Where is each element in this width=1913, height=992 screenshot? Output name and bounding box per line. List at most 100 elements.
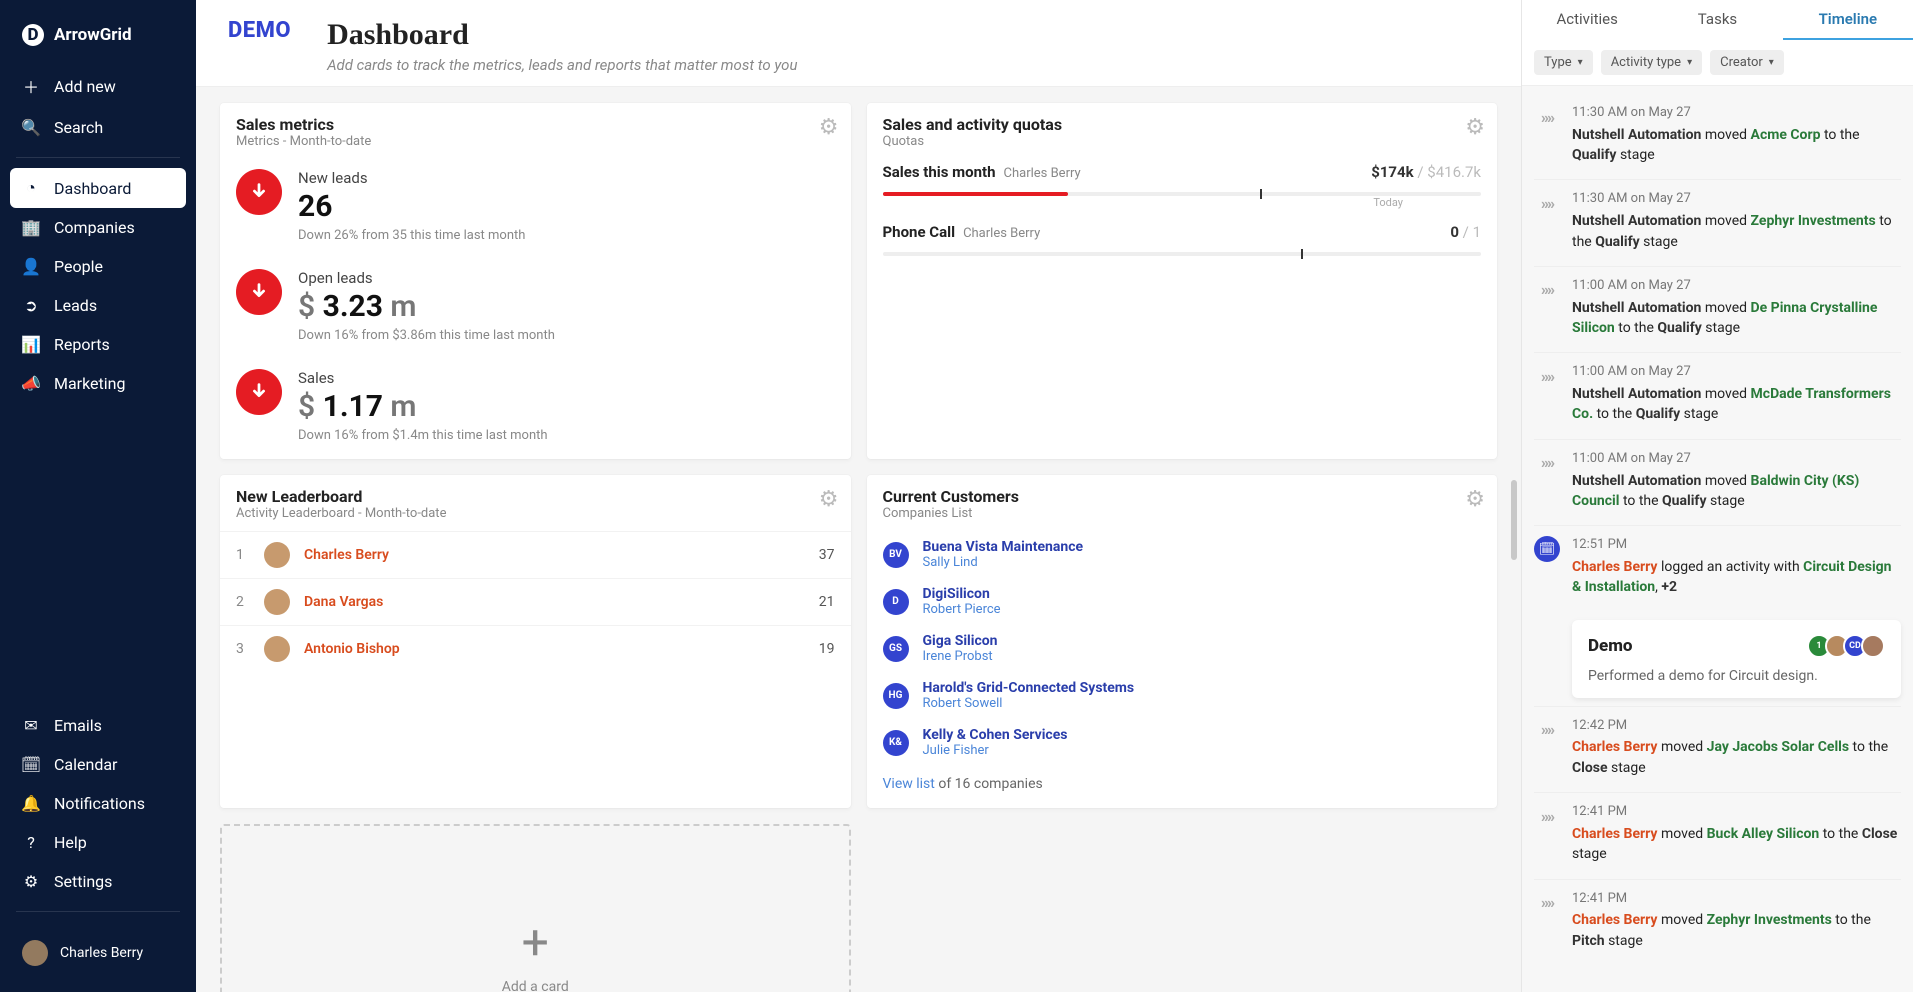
card-subtitle: Metrics - Month-to-date <box>236 134 835 149</box>
sales-metrics-card: ⚙ Sales metrics Metrics - Month-to-date … <box>220 103 851 459</box>
nav-label: Settings <box>54 872 112 891</box>
quota-values: $174k / $416.7k <box>1371 163 1481 181</box>
customer-row[interactable]: GS Giga Silicon Irene Probst <box>867 625 1498 672</box>
gauge-icon: ◔ <box>22 178 40 198</box>
timeline-tabs: Activities Tasks Timeline <box>1522 0 1913 40</box>
add-card-button[interactable]: + Add a card <box>220 824 851 992</box>
timeline-item[interactable]: »» 11:30 AM on May 27 Nutshell Automatio… <box>1534 94 1901 179</box>
company-name: Kelly & Cohen Services <box>923 727 1068 743</box>
timeline-item[interactable]: »» 11:30 AM on May 27 Nutshell Automatio… <box>1534 179 1901 265</box>
metric-name: Open leads <box>298 269 835 287</box>
down-arrow-icon <box>236 269 282 315</box>
chevrons-right-icon: »» <box>1534 803 1560 829</box>
calendar-icon: 🗓 <box>1534 536 1560 562</box>
leaderboard-name: Antonio Bishop <box>304 641 805 657</box>
quota-progress-bar <box>883 192 1482 196</box>
search-icon: 🔍 <box>22 118 40 137</box>
brand: D ArrowGrid <box>0 10 196 64</box>
tab-timeline[interactable]: Timeline <box>1783 0 1913 40</box>
leaderboard-rank: 2 <box>236 594 250 610</box>
scrollbar-thumb[interactable] <box>1511 480 1517 560</box>
mail-icon: ✉ <box>22 716 40 735</box>
company-person: Robert Sowell <box>923 696 1135 711</box>
gear-icon[interactable]: ⚙ <box>1465 487 1485 512</box>
avatar <box>22 940 48 966</box>
nav-reports[interactable]: 📊 Reports <box>0 325 196 364</box>
nav-help[interactable]: ? Help <box>0 823 196 862</box>
view-list-link[interactable]: View list <box>883 776 935 792</box>
quota-today-label: Today <box>883 196 1404 209</box>
timeline-time: 12:41 PM <box>1572 803 1901 822</box>
customer-row[interactable]: D DigiSilicon Robert Pierce <box>867 578 1498 625</box>
filter-activity-type[interactable]: Activity type▾ <box>1601 50 1702 75</box>
gear-icon[interactable]: ⚙ <box>819 487 839 512</box>
timeline-time: 12:51 PM <box>1572 536 1901 555</box>
metric-value: $ 1.17 m <box>298 387 835 428</box>
customer-row[interactable]: BV Buena Vista Maintenance Sally Lind <box>867 531 1498 578</box>
timeline-item[interactable]: »» 11:00 AM on May 27 Nutshell Automatio… <box>1534 439 1901 525</box>
timeline-item[interactable]: »» 11:00 AM on May 27 Nutshell Automatio… <box>1534 266 1901 352</box>
nav-divider <box>16 911 180 912</box>
activity-detail-card[interactable]: Demo 1 CD Performed a demo for Circuit d… <box>1572 620 1901 698</box>
company-person: Robert Pierce <box>923 602 1001 617</box>
nav-leads[interactable]: ➲ Leads <box>0 286 196 325</box>
timeline-item[interactable]: 🗓 12:51 PM Charles Berry logged an activ… <box>1534 525 1901 611</box>
timeline-text: Nutshell Automation moved Zephyr Investm… <box>1572 211 1901 252</box>
quota-row: Sales this monthCharles Berry $174k / $4… <box>867 159 1498 219</box>
chevrons-right-icon: »» <box>1534 890 1560 916</box>
timeline-item[interactable]: »» 12:41 PM Charles Berry moved Buck All… <box>1534 792 1901 878</box>
nav-dashboard[interactable]: ◔ Dashboard <box>10 168 186 208</box>
timeline-item[interactable]: »» 11:00 AM on May 27 Nutshell Automatio… <box>1534 352 1901 438</box>
tab-tasks[interactable]: Tasks <box>1652 0 1782 40</box>
gear-icon[interactable]: ⚙ <box>1465 115 1485 140</box>
gear-icon[interactable]: ⚙ <box>819 115 839 140</box>
timeline-item[interactable]: »» 12:42 PM Charles Berry moved Jay Jaco… <box>1534 706 1901 792</box>
leaderboard-name: Charles Berry <box>304 547 805 563</box>
nav-people[interactable]: 👤 People <box>0 247 196 286</box>
chevron-down-icon: ▾ <box>1687 57 1692 68</box>
bell-icon: 🔔 <box>22 794 40 813</box>
leaderboard-rank: 3 <box>236 641 250 657</box>
timeline-text: Charles Berry moved Buck Alley Silicon t… <box>1572 824 1901 865</box>
customers-card: ⚙ Current Customers Companies List BV Bu… <box>867 475 1498 808</box>
customers-footer-rest: of 16 companies <box>935 776 1043 792</box>
customer-row[interactable]: HG Harold's Grid-Connected Systems Rober… <box>867 672 1498 719</box>
nav-divider <box>16 157 180 158</box>
search-button[interactable]: 🔍 Search <box>0 108 196 147</box>
down-arrow-icon <box>236 369 282 415</box>
leaderboard-row[interactable]: 2 Dana Vargas 21 <box>220 578 851 625</box>
customer-row[interactable]: K& Kelly & Cohen Services Julie Fisher <box>867 719 1498 766</box>
timeline-text: Nutshell Automation moved McDade Transfo… <box>1572 384 1901 425</box>
brand-name: ArrowGrid <box>54 25 132 45</box>
nav-notifications[interactable]: 🔔 Notifications <box>0 784 196 823</box>
metric-value: 26 <box>298 187 835 228</box>
leaderboard-row[interactable]: 1 Charles Berry 37 <box>220 531 851 578</box>
nav-settings[interactable]: ⚙ Settings <box>0 862 196 901</box>
filter-creator[interactable]: Creator▾ <box>1710 50 1784 75</box>
nav-label: People <box>54 257 103 276</box>
user-footer[interactable]: Charles Berry <box>0 922 196 992</box>
page-subtitle: Add cards to track the metrics, leads an… <box>327 56 797 74</box>
add-new-button[interactable]: ＋ Add new <box>0 64 196 108</box>
leaderboard-row[interactable]: 3 Antonio Bishop 19 <box>220 625 851 672</box>
add-card-label: Add a card <box>502 979 569 992</box>
chevrons-right-icon: »» <box>1534 363 1560 389</box>
timeline-item[interactable]: »» 12:41 PM Charles Berry moved Zephyr I… <box>1534 879 1901 965</box>
nav-companies[interactable]: 🏢 Companies <box>0 208 196 247</box>
nav-label: Leads <box>54 296 97 315</box>
tab-activities[interactable]: Activities <box>1522 0 1652 40</box>
chevrons-right-icon: »» <box>1534 717 1560 743</box>
person-icon: 👤 <box>22 257 40 276</box>
filter-type[interactable]: Type▾ <box>1534 50 1593 75</box>
quota-label: Phone Call <box>883 223 956 241</box>
gear-icon: ⚙ <box>22 872 40 891</box>
timeline-time: 11:00 AM on May 27 <box>1572 277 1901 296</box>
nav-emails[interactable]: ✉ Emails <box>0 706 196 745</box>
nav-marketing[interactable]: 📣 Marketing <box>0 364 196 403</box>
leaderboard-rank: 1 <box>236 547 250 563</box>
chevrons-right-icon: »» <box>1534 104 1560 130</box>
nav-calendar[interactable]: 🗓 Calendar <box>0 745 196 784</box>
company-avatar: K& <box>883 730 909 756</box>
timeline-text: Nutshell Automation moved Baldwin City (… <box>1572 471 1901 512</box>
brand-logo-icon: D <box>22 24 44 46</box>
